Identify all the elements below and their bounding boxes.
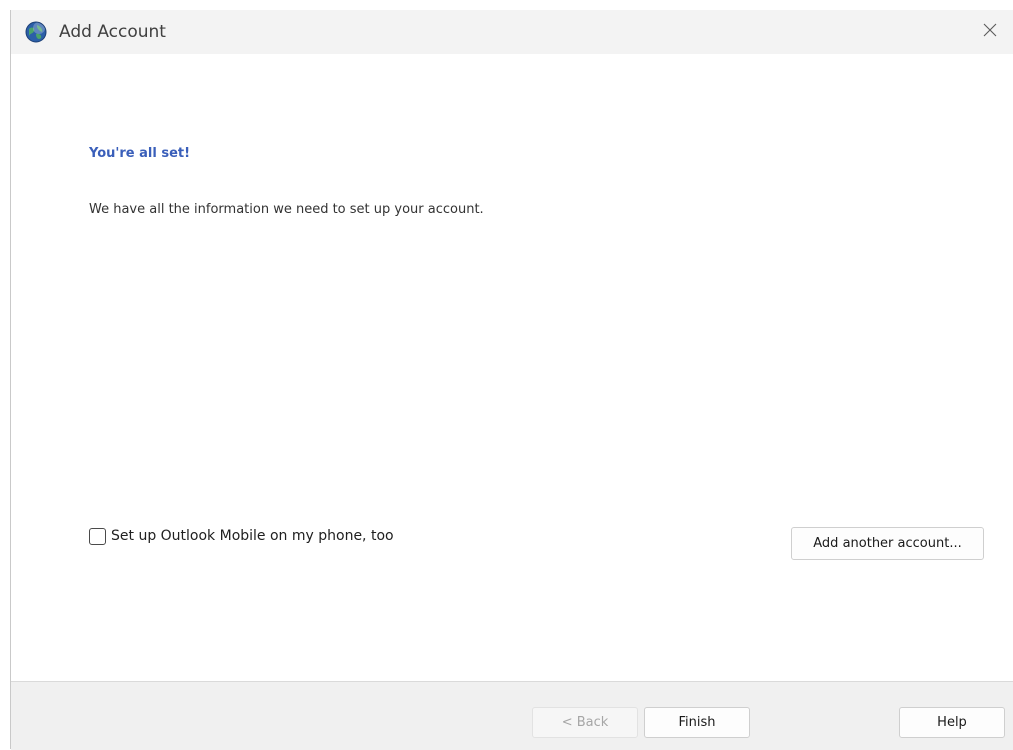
- close-icon: [982, 22, 998, 42]
- title-bar: Add Account: [11, 10, 1013, 54]
- dialog-footer: < Back Finish Help: [11, 681, 1013, 750]
- outlook-mobile-option[interactable]: Set up Outlook Mobile on my phone, too: [89, 526, 394, 546]
- outlook-mobile-label[interactable]: Set up Outlook Mobile on my phone, too: [111, 528, 394, 544]
- outlook-globe-icon: [25, 21, 47, 43]
- page-heading: You're all set!: [89, 146, 191, 161]
- description-text: We have all the information we need to s…: [89, 202, 484, 217]
- outlook-mobile-checkbox[interactable]: [89, 527, 106, 545]
- close-button[interactable]: [967, 10, 1013, 54]
- add-another-account-button[interactable]: Add another account...: [791, 527, 984, 560]
- window-title: Add Account: [59, 22, 166, 42]
- finish-button[interactable]: Finish: [644, 707, 750, 738]
- help-button[interactable]: Help: [899, 707, 1005, 738]
- back-button[interactable]: < Back: [532, 707, 638, 738]
- add-account-dialog: Add Account You're all set! We have all …: [10, 10, 1013, 750]
